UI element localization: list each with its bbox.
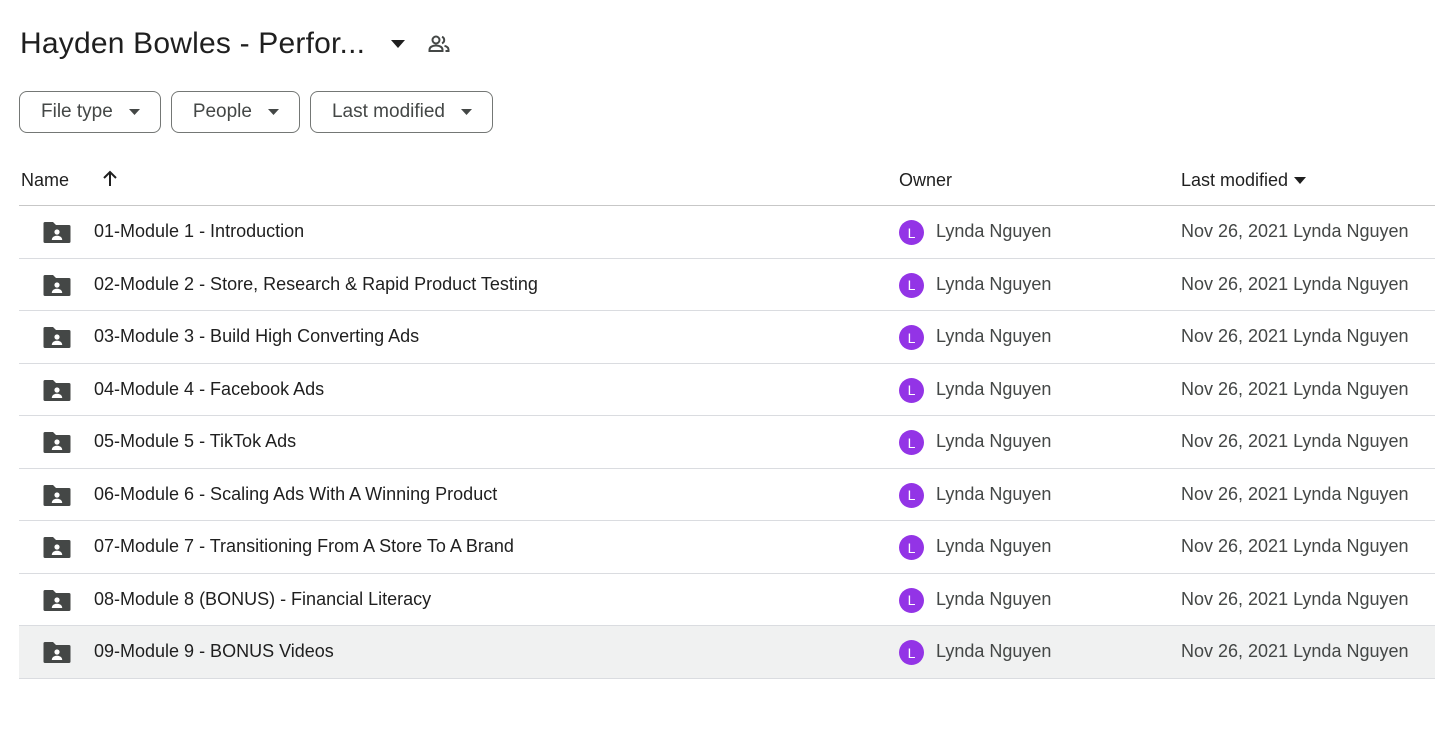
- filter-chips: File type People Last modified: [19, 91, 493, 133]
- file-name: 01-Module 1 - Introduction: [94, 221, 305, 241]
- shared-folder-icon: [43, 325, 71, 349]
- arrow-drop-down-icon: [461, 109, 472, 115]
- shared-folder-icon: [43, 378, 71, 402]
- file-name: 04-Module 4 - Facebook Ads: [94, 378, 325, 399]
- owner-name: Lynda Nguyen: [936, 326, 1052, 346]
- arrow-upward-icon[interactable]: [99, 168, 121, 190]
- last-modified-value: Nov 26, 2021 Lynda Nguyen: [1181, 483, 1409, 504]
- last-modified-value: Nov 26, 2021 Lynda Nguyen: [1181, 378, 1409, 399]
- last-modified-column-header[interactable]: Last modified: [1181, 170, 1307, 191]
- people-icon[interactable]: [425, 30, 453, 58]
- table-row[interactable]: 05-Module 5 - TikTok Ads L Lynda Nguyen …: [19, 416, 1435, 469]
- avatar: L: [899, 430, 924, 455]
- owner-name: Lynda Nguyen: [936, 483, 1052, 504]
- owner-name: Lynda Nguyen: [936, 641, 1052, 661]
- file-name: 03-Module 3 - Build High Converting Ads: [94, 326, 420, 346]
- shared-folder-icon: [43, 535, 71, 559]
- owner-column-header: Owner: [899, 170, 953, 190]
- table-row[interactable]: 09-Module 9 - BONUS Videos L Lynda Nguye…: [19, 626, 1435, 679]
- file-name: 06-Module 6 - Scaling Ads With A Winning…: [94, 483, 498, 504]
- column-label: Last modified: [1181, 170, 1289, 190]
- avatar: L: [899, 535, 924, 560]
- file-name: 09-Module 9 - BONUS Videos: [94, 641, 334, 661]
- owner-name: Lynda Nguyen: [936, 273, 1052, 294]
- table-row[interactable]: 07-Module 7 - Transitioning From A Store…: [19, 521, 1435, 574]
- arrow-drop-down-icon: [267, 109, 279, 115]
- avatar: L: [899, 377, 924, 403]
- people-filter[interactable]: People: [170, 91, 300, 133]
- shared-folder-icon: [43, 640, 71, 664]
- shared-folder-icon: [43, 220, 71, 244]
- table-row[interactable]: 02-Module 2 - Store, Research & Rapid Pr…: [19, 259, 1435, 311]
- last-modified-value: Nov 26, 2021 Lynda Nguyen: [1181, 221, 1409, 241]
- shared-folder-icon: [43, 483, 71, 507]
- last-modified-value: Nov 26, 2021 Lynda Nguyen: [1181, 536, 1409, 556]
- last-modified-value: Nov 26, 2021 Lynda Nguyen: [1181, 641, 1409, 661]
- filter-label: File type: [41, 101, 113, 122]
- last-modified-value: Nov 26, 2021 Lynda Nguyen: [1181, 273, 1409, 294]
- shared-folder-icon: [43, 273, 71, 297]
- shared-folder-icon: [43, 430, 71, 454]
- arrow-drop-down-icon: [128, 109, 140, 115]
- table-row[interactable]: 06-Module 6 - Scaling Ads With A Winning…: [19, 469, 1435, 521]
- owner-name: Lynda Nguyen: [936, 378, 1052, 399]
- owner-name: Lynda Nguyen: [936, 588, 1052, 609]
- avatar: L: [899, 272, 924, 298]
- name-column-header[interactable]: Name: [21, 170, 69, 191]
- avatar: L: [899, 325, 924, 350]
- table-row[interactable]: 01-Module 1 - Introduction L Lynda Nguye…: [19, 206, 1435, 259]
- owner-name: Lynda Nguyen: [936, 536, 1052, 556]
- folder-header: Hayden Bowles - Perfor...: [20, 22, 453, 66]
- table-row[interactable]: 08-Module 8 (BONUS) - Financial Literacy…: [19, 574, 1435, 626]
- file-name: 08-Module 8 (BONUS) - Financial Literacy: [94, 588, 432, 609]
- filter-label: People: [192, 101, 252, 122]
- avatar: L: [899, 587, 924, 613]
- file-name: 05-Module 5 - TikTok Ads: [94, 431, 297, 451]
- arrow-drop-down-icon[interactable]: [383, 29, 413, 59]
- arrow-drop-down-icon: [1294, 177, 1307, 184]
- owner-name: Lynda Nguyen: [936, 431, 1052, 451]
- table-row[interactable]: 04-Module 4 - Facebook Ads L Lynda Nguye…: [19, 364, 1435, 416]
- filter-label: Last modified: [331, 101, 445, 122]
- last-modified-value: Nov 26, 2021 Lynda Nguyen: [1181, 326, 1409, 346]
- file-name: 02-Module 2 - Store, Research & Rapid Pr…: [94, 273, 538, 294]
- file-name: 07-Module 7 - Transitioning From A Store…: [94, 536, 514, 556]
- avatar: L: [899, 640, 924, 665]
- owner-name: Lynda Nguyen: [936, 221, 1052, 241]
- last-modified-value: Nov 26, 2021 Lynda Nguyen: [1181, 431, 1409, 451]
- shared-folder-icon: [43, 588, 71, 612]
- last-modified-filter[interactable]: Last modified: [309, 91, 493, 133]
- folder-title[interactable]: Hayden Bowles - Perfor...: [20, 27, 365, 61]
- avatar: L: [899, 220, 924, 245]
- table-header: Name Owner Last modified: [19, 154, 1435, 206]
- avatar: L: [899, 482, 924, 508]
- last-modified-value: Nov 26, 2021 Lynda Nguyen: [1181, 588, 1409, 609]
- file-list: Name Owner Last modified 01-Module 1 - I…: [19, 154, 1435, 679]
- table-row[interactable]: 03-Module 3 - Build High Converting Ads …: [19, 311, 1435, 364]
- file-type-filter[interactable]: File type: [19, 91, 161, 133]
